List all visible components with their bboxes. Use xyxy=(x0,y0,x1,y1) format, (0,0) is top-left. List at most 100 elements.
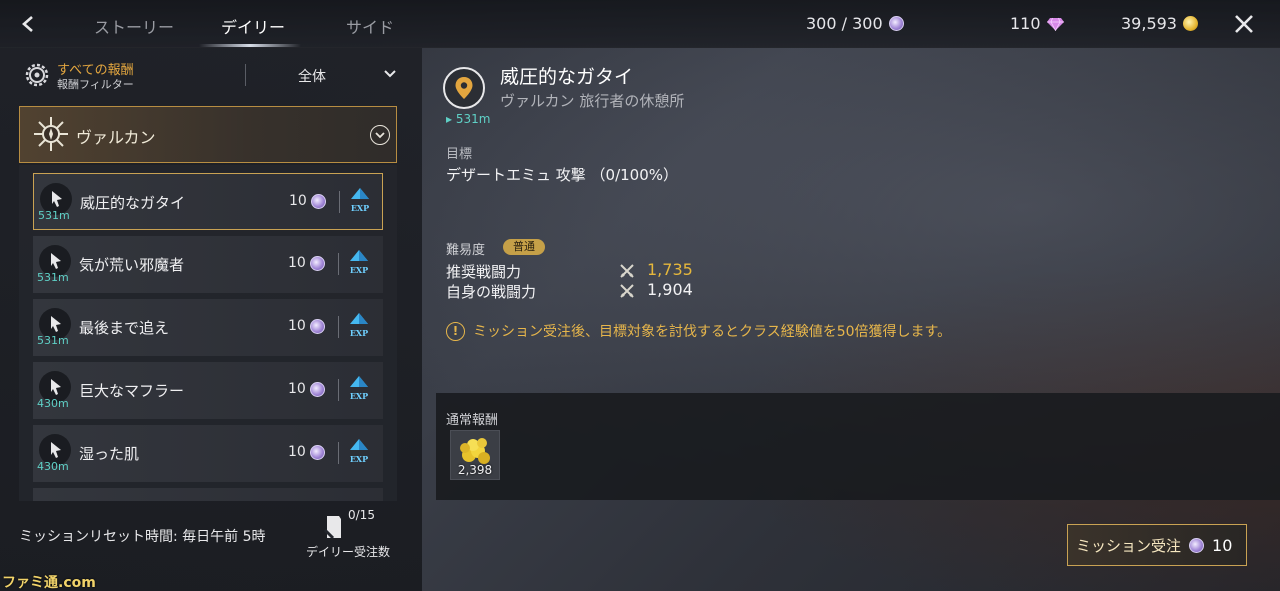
objective-label: 目標 xyxy=(446,147,473,162)
divider xyxy=(245,64,246,86)
notice-text: ミッション受注後、目標対象を討伐するとクラス経験値を50倍獲得します。 xyxy=(473,324,952,340)
quest-reward-value: 10 xyxy=(288,318,306,334)
quest-item[interactable]: 430m 湿った肌 10 EXP xyxy=(33,425,383,482)
exp-icon: EXP xyxy=(351,188,369,213)
location-pin-button[interactable] xyxy=(443,67,485,109)
reward-count: 2,398 xyxy=(457,463,493,477)
quest-list[interactable]: 531m 威圧的なガタイ 10 EXP 531m 気が荒い邪魔者 10 EXP … xyxy=(19,165,397,501)
mission-coin-icon xyxy=(309,381,325,397)
exp-bonus-notice: ! ミッション受注後、目標対象を討伐するとクラス経験値を50倍獲得します。 xyxy=(446,321,951,341)
mission-reset-time: ミッションリセット時間: 毎日午前 5時 xyxy=(19,529,266,545)
detail-distance: ▸ 531m xyxy=(446,112,491,126)
quest-item[interactable]: 531m 最後まで追え 10 EXP xyxy=(33,299,383,356)
crossed-swords-icon xyxy=(620,284,634,298)
daily-accept-label: デイリー受注数 xyxy=(306,545,391,559)
filter-selected-value[interactable]: 全体 xyxy=(298,66,326,86)
own-cp-value: 1,904 xyxy=(647,280,693,299)
accept-mission-label: ミッション受注 xyxy=(1076,536,1182,555)
quest-distance: 430m xyxy=(37,397,69,410)
back-arrow-icon xyxy=(22,16,33,32)
reward-label: 通常報酬 xyxy=(446,413,499,428)
close-icon xyxy=(1235,15,1253,33)
collapse-toggle[interactable] xyxy=(370,125,390,145)
quest-name: 威圧的なガタイ xyxy=(80,194,186,212)
chevron-down-icon[interactable] xyxy=(382,66,398,82)
region-emblem-icon xyxy=(34,117,68,151)
mission-coin-icon xyxy=(309,318,325,334)
quest-name: 湿った肌 xyxy=(79,445,140,463)
gem-display: 110 xyxy=(1010,14,1064,33)
quest-reward-value: 10 xyxy=(289,193,307,209)
active-tab-indicator xyxy=(199,44,301,47)
mission-coin-icon xyxy=(309,255,325,271)
gem-value: 110 xyxy=(1010,14,1041,33)
quest-name: 気が荒い邪魔者 xyxy=(79,256,185,274)
exp-label: EXP xyxy=(350,328,368,338)
divider xyxy=(339,191,340,213)
recommended-cp-value: 1,735 xyxy=(647,260,693,279)
exp-label: EXP xyxy=(350,391,368,401)
quest-reward: 10 xyxy=(288,318,325,334)
gold-display: 39,593 xyxy=(1121,14,1198,33)
reward-gold-slot[interactable]: 2,398 xyxy=(450,430,500,480)
stamina-display: 300 / 300 xyxy=(806,14,904,33)
daily-accept-count: 0/15 xyxy=(348,508,375,522)
quest-reward-value: 10 xyxy=(288,255,306,271)
quest-reward: 10 xyxy=(288,444,325,460)
exp-icon: EXP xyxy=(350,376,368,401)
filter-subtitle: 報酬フィルター xyxy=(57,78,134,91)
mission-coin-icon xyxy=(888,16,904,31)
divider xyxy=(338,379,339,401)
quest-item[interactable] xyxy=(33,488,383,501)
quest-distance: 430m xyxy=(37,460,69,473)
crossed-swords-icon xyxy=(620,264,634,278)
tab-story[interactable]: ストーリー xyxy=(94,14,174,38)
quest-distance: 531m xyxy=(37,271,69,284)
quest-item[interactable]: 531m 気が荒い邪魔者 10 EXP xyxy=(33,236,383,293)
divider xyxy=(338,442,339,464)
quest-distance: 531m xyxy=(37,334,69,347)
detail-distance-value: 531m xyxy=(455,112,491,126)
stamina-value: 300 / 300 xyxy=(806,14,883,33)
gem-icon xyxy=(1046,17,1064,31)
quest-reward: 10 xyxy=(288,381,325,397)
gold-value: 39,593 xyxy=(1121,14,1177,33)
accept-mission-cost: 10 xyxy=(1212,535,1233,555)
quest-item[interactable]: 531m 威圧的なガタイ 10 EXP xyxy=(33,173,383,230)
exp-label: EXP xyxy=(350,454,368,464)
reward-panel: 通常報酬 2,398 xyxy=(436,393,1280,500)
reward-filter[interactable]: すべての報酬 報酬フィルター 全体 xyxy=(18,58,408,94)
exp-icon: EXP xyxy=(350,439,368,464)
quest-reward-value: 10 xyxy=(288,381,306,397)
watermark-logo: ファミ通.com xyxy=(2,575,96,591)
quest-list-panel: すべての報酬 報酬フィルター 全体 ヴァルカン 531m 威圧的なガタイ 10 xyxy=(0,48,422,591)
quest-item[interactable]: 430m 巨大なマフラー 10 EXP xyxy=(33,362,383,419)
tab-side[interactable]: サイド xyxy=(346,14,394,38)
warning-icon: ! xyxy=(446,321,465,341)
tab-daily[interactable]: デイリー xyxy=(221,14,285,38)
exp-icon: EXP xyxy=(350,250,368,275)
region-header[interactable]: ヴァルカン xyxy=(19,106,397,163)
gear-icon xyxy=(25,63,49,87)
quest-distance: 531m xyxy=(38,209,70,222)
mission-coin-icon xyxy=(310,193,326,209)
quest-reward-value: 10 xyxy=(288,444,306,460)
own-cp-label: 自身の戦闘力 xyxy=(446,283,537,301)
quest-name: 最後まで追え xyxy=(79,319,170,337)
exp-icon: EXP xyxy=(350,313,368,338)
close-button[interactable] xyxy=(1230,10,1258,38)
back-button[interactable] xyxy=(14,10,44,38)
difficulty-label: 難易度 xyxy=(446,243,486,258)
quest-location: ヴァルカン 旅行者の休憩所 xyxy=(500,92,685,110)
location-pin-icon xyxy=(455,77,473,99)
recommended-cp-label: 推奨戦闘力 xyxy=(446,263,522,281)
chevron-down-icon xyxy=(375,132,385,139)
quest-title: 威圧的なガタイ xyxy=(500,66,634,88)
accept-mission-button[interactable]: ミッション受注 10 xyxy=(1067,524,1247,566)
objective-text: デザートエミュ 攻撃 （0/100%） xyxy=(446,166,679,184)
quest-reward: 10 xyxy=(289,193,326,209)
divider xyxy=(338,316,339,338)
exp-label: EXP xyxy=(350,265,368,275)
difficulty-badge: 普通 xyxy=(503,239,545,255)
exp-label: EXP xyxy=(351,203,369,213)
